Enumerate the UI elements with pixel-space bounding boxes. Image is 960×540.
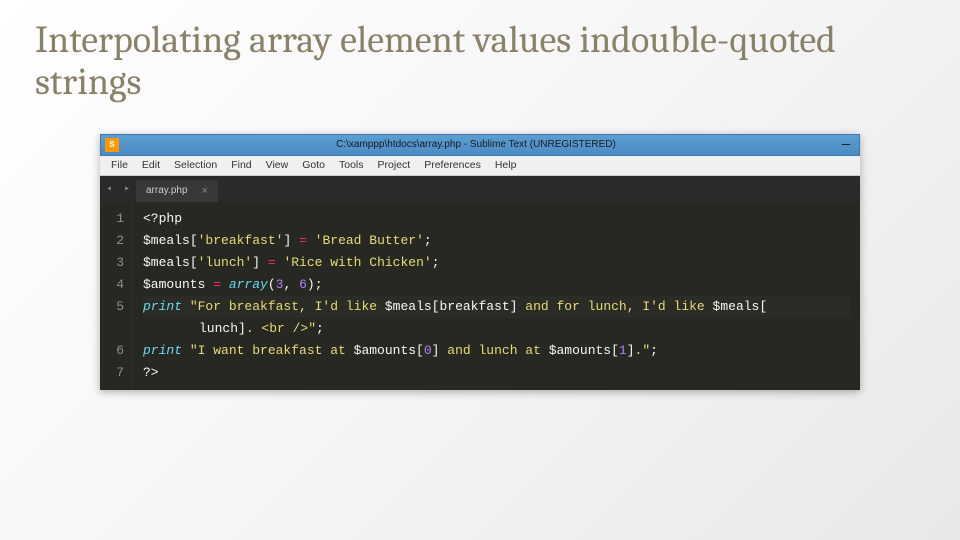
menu-find[interactable]: Find (224, 159, 258, 171)
code-line: $meals['breakfast'] = 'Bread Butter'; (143, 230, 850, 252)
line-number: 3 (110, 252, 124, 274)
line-number: 6 (110, 340, 124, 362)
code-line: print "I want breakfast at $amounts[0] a… (143, 340, 850, 362)
line-number: 4 (110, 274, 124, 296)
code-area[interactable]: 1 2 3 4 5 . 6 7 <?php $meals['breakfast'… (100, 202, 860, 390)
tab-label: array.php (146, 185, 188, 196)
code-line: ?> (143, 362, 850, 384)
code-line: lunch]. <br />"; (143, 318, 850, 340)
tab-bar: ◂ ▸ array.php × (100, 176, 860, 202)
tab-array-php[interactable]: array.php × (136, 180, 218, 202)
line-number: 7 (110, 362, 124, 384)
line-number: 1 (110, 208, 124, 230)
menu-file[interactable]: File (104, 159, 135, 171)
editor-window: S C:\xamppp\htdocs\array.php - Sublime T… (100, 134, 860, 390)
menu-selection[interactable]: Selection (167, 159, 224, 171)
line-number: 2 (110, 230, 124, 252)
tab-close-icon[interactable]: × (202, 185, 208, 197)
app-icon: S (105, 138, 119, 152)
code-content[interactable]: <?php $meals['breakfast'] = 'Bread Butte… (133, 202, 860, 390)
line-number: 5 (110, 296, 124, 318)
tab-nav-prev-icon[interactable]: ◂ (100, 176, 118, 202)
menu-project[interactable]: Project (371, 159, 418, 171)
menu-help[interactable]: Help (488, 159, 524, 171)
minimize-button[interactable]: — (833, 138, 859, 152)
tab-nav-next-icon[interactable]: ▸ (118, 176, 136, 202)
menu-goto[interactable]: Goto (295, 159, 332, 171)
menu-bar: File Edit Selection Find View Goto Tools… (100, 156, 860, 176)
code-line: $meals['lunch'] = 'Rice with Chicken'; (143, 252, 850, 274)
menu-edit[interactable]: Edit (135, 159, 167, 171)
window-title: C:\xamppp\htdocs\array.php - Sublime Tex… (119, 139, 833, 150)
code-line: <?php (143, 208, 850, 230)
gutter: 1 2 3 4 5 . 6 7 (100, 202, 133, 390)
title-bar: S C:\xamppp\htdocs\array.php - Sublime T… (100, 134, 860, 156)
code-line: $amounts = array(3, 6); (143, 274, 850, 296)
menu-view[interactable]: View (259, 159, 296, 171)
slide-title: Interpolating array element values indou… (35, 20, 925, 104)
code-line: print "For breakfast, I'd like $meals[br… (143, 296, 850, 318)
menu-tools[interactable]: Tools (332, 159, 371, 171)
menu-preferences[interactable]: Preferences (417, 159, 488, 171)
